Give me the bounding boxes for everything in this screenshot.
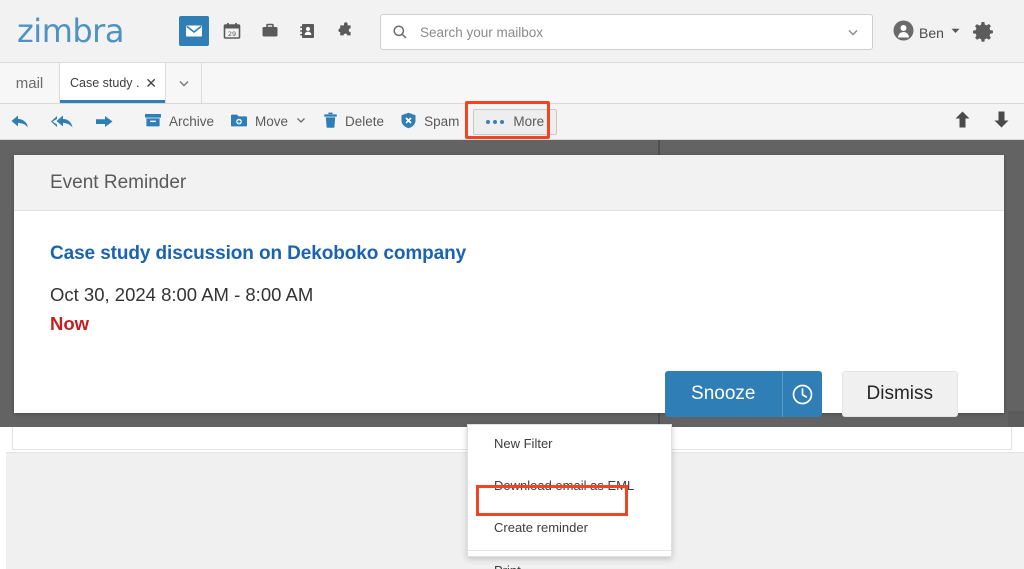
mail-icon[interactable] bbox=[178, 16, 209, 46]
event-reminder-dialog: Event Reminder Case study discussion on … bbox=[14, 155, 1004, 417]
tab-case-study[interactable]: Case study ... ✕ bbox=[60, 63, 166, 103]
addons-icon[interactable] bbox=[331, 16, 361, 46]
event-title[interactable]: Case study discussion on Dekoboko compan… bbox=[50, 243, 968, 265]
more-button-wrapper: More bbox=[465, 100, 558, 139]
archive-button[interactable]: Archive bbox=[136, 109, 222, 135]
archive-label: Archive bbox=[169, 114, 215, 129]
snooze-group: Snooze bbox=[665, 371, 822, 417]
menu-item-print[interactable]: Print bbox=[468, 556, 671, 569]
action-toolbar: Archive Move Delete Spam More bbox=[0, 100, 1024, 140]
zimbra-mail-app: zimbra 29 Search your mailbox Ben mail C… bbox=[0, 0, 1024, 569]
gear-icon[interactable] bbox=[971, 20, 995, 49]
backdrop-corner bbox=[1008, 411, 1024, 427]
tab-bar: mail Case study ... ✕ bbox=[0, 63, 1024, 104]
previous-message-up-arrow-icon[interactable] bbox=[954, 110, 971, 134]
message-nav bbox=[954, 104, 1010, 140]
dialog-header: Event Reminder bbox=[14, 155, 1004, 211]
menu-item-download-eml[interactable]: Download email as EML bbox=[468, 471, 671, 499]
spam-shield-icon bbox=[400, 112, 417, 132]
move-folder-icon bbox=[230, 112, 248, 131]
more-dropdown-menu: New Filter Download email as EML Create … bbox=[467, 424, 672, 569]
dialog-body: Case study discussion on Dekoboko compan… bbox=[14, 211, 1004, 417]
dialog-actions: Snooze Dismiss bbox=[665, 371, 958, 417]
top-bar: zimbra 29 Search your mailbox Ben bbox=[0, 0, 1024, 63]
close-icon[interactable]: ✕ bbox=[145, 76, 157, 90]
tab-mail-home[interactable]: mail bbox=[0, 63, 60, 103]
menu-item-create-reminder[interactable]: Create reminder bbox=[468, 513, 671, 541]
app-nav-icons: 29 bbox=[178, 16, 361, 46]
contacts-icon[interactable] bbox=[293, 16, 323, 46]
svg-text:29: 29 bbox=[228, 30, 236, 38]
dialog-title: Event Reminder bbox=[50, 171, 187, 193]
caret-down-icon bbox=[949, 24, 962, 42]
search-icon bbox=[392, 24, 408, 40]
forward-button[interactable] bbox=[84, 109, 124, 135]
tab-label: Case study ... bbox=[70, 76, 140, 90]
message-content-left-edge bbox=[0, 452, 6, 569]
calendar-icon[interactable]: 29 bbox=[217, 16, 247, 46]
move-chevron-down-icon bbox=[295, 114, 307, 129]
move-button[interactable]: Move bbox=[222, 109, 315, 135]
dismiss-button[interactable]: Dismiss bbox=[841, 371, 958, 417]
avatar bbox=[893, 20, 914, 46]
menu-item-new-filter[interactable]: New Filter bbox=[468, 429, 671, 457]
move-label: Move bbox=[255, 114, 289, 129]
user-menu[interactable]: Ben bbox=[893, 20, 962, 46]
user-name: Ben bbox=[919, 25, 944, 41]
delete-button[interactable]: Delete bbox=[315, 109, 392, 135]
clock-icon[interactable] bbox=[781, 371, 822, 417]
next-message-down-arrow-icon[interactable] bbox=[993, 110, 1010, 134]
archive-icon bbox=[144, 112, 162, 131]
event-time: Oct 30, 2024 8:00 AM - 8:00 AM bbox=[50, 284, 314, 305]
trash-icon bbox=[323, 112, 338, 132]
more-label: More bbox=[513, 114, 545, 129]
more-button[interactable]: More bbox=[473, 108, 558, 135]
tab-list-chevron-down-icon[interactable] bbox=[166, 63, 202, 103]
delete-label: Delete bbox=[345, 114, 385, 129]
snooze-button[interactable]: Snooze bbox=[665, 371, 782, 417]
spam-button[interactable]: Spam bbox=[392, 109, 467, 135]
search-bar[interactable] bbox=[380, 14, 873, 50]
ellipsis-icon bbox=[486, 119, 505, 124]
reply-all-button[interactable] bbox=[40, 109, 84, 135]
menu-divider bbox=[468, 550, 671, 551]
event-status-badge: Now bbox=[50, 313, 90, 334]
spam-label: Spam bbox=[424, 114, 460, 129]
zimbra-logo[interactable]: zimbra bbox=[17, 12, 124, 50]
search-input[interactable] bbox=[420, 24, 846, 40]
chevron-down-icon[interactable] bbox=[846, 25, 860, 39]
briefcase-icon[interactable] bbox=[255, 16, 285, 46]
reply-button[interactable] bbox=[0, 109, 40, 135]
